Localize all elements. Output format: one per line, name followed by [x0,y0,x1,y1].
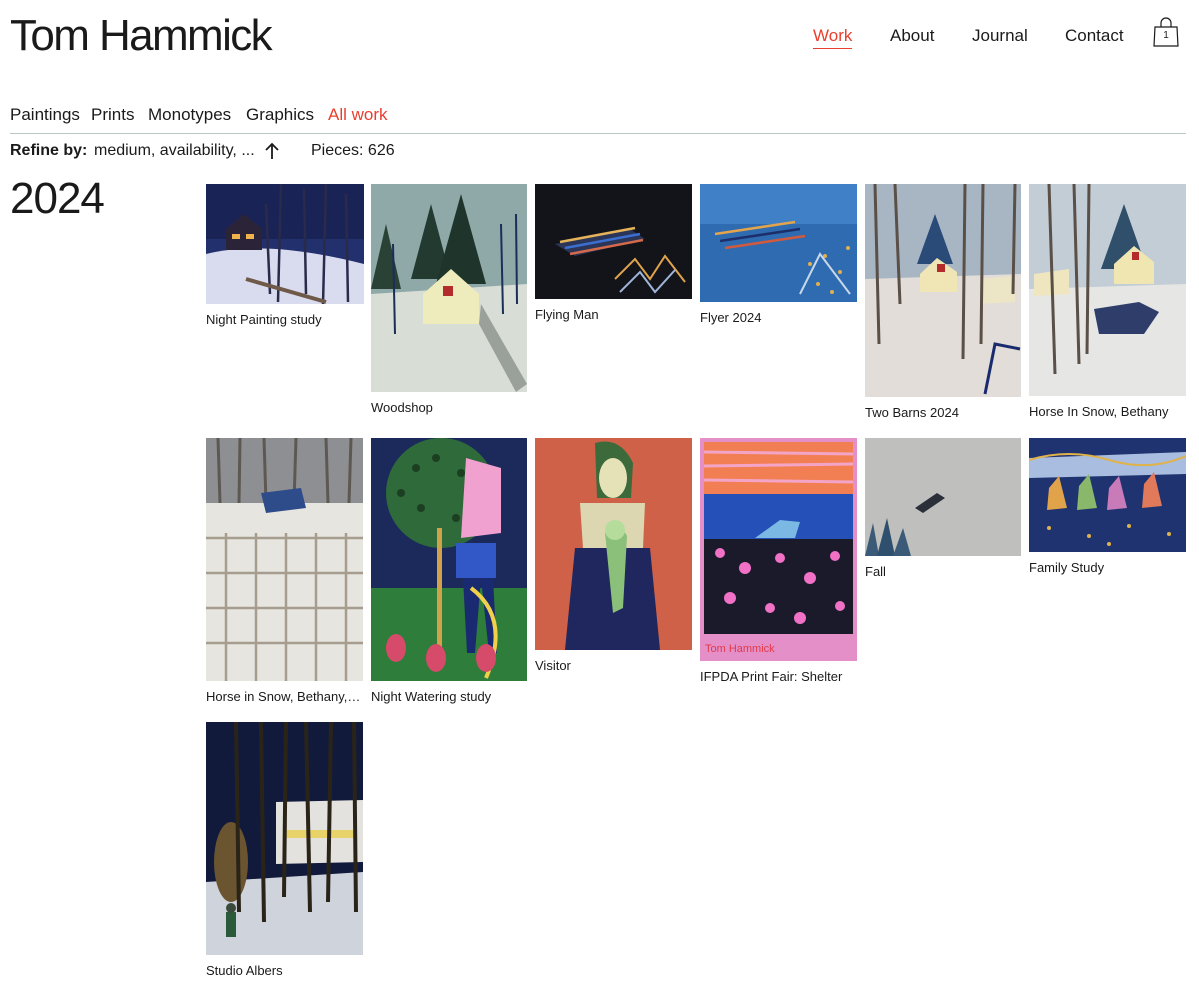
artwork-card[interactable]: Horse in Snow, Bethany, s... [206,438,363,705]
artwork-image [700,184,857,302]
artwork-image [371,184,527,392]
artwork-title: Woodshop [371,400,433,415]
artwork-card[interactable]: Horse In Snow, Bethany [1029,184,1186,420]
artwork-image [1029,184,1186,396]
artwork-image [865,438,1021,556]
refine-filter-button[interactable]: medium, availability, ... [94,140,255,162]
artwork-card[interactable]: Visitor [535,438,692,674]
artwork-image [1029,438,1186,552]
artwork-card[interactable]: Studio Albers [206,722,363,979]
nav-about[interactable]: About [890,24,934,48]
year-heading: 2024 [10,174,105,223]
artwork-image [371,438,527,681]
category-prints[interactable]: Prints [91,103,134,127]
artwork-title: Horse in Snow, Bethany, s... [206,689,363,704]
artwork-image [535,438,692,650]
nav-contact[interactable]: Contact [1065,24,1124,48]
artwork-image [206,184,364,304]
artwork-title: Studio Albers [206,963,283,978]
artwork-card[interactable]: Family Study [1029,438,1186,576]
artwork-card[interactable]: Night Watering study [371,438,527,705]
artwork-title: Flyer 2024 [700,310,762,325]
artwork-card[interactable]: Night Painting study [206,184,364,328]
category-monotypes[interactable]: Monotypes [148,103,231,127]
svg-text:Tom Hammick: Tom Hammick [705,643,775,655]
artwork-card[interactable]: Two Barns 2024 [865,184,1021,421]
artwork-image [535,184,692,299]
sort-arrow-up-icon[interactable] [264,141,280,161]
artwork-image: Tom Hammick [700,438,857,661]
artwork-card[interactable]: Fall [865,438,1021,580]
divider [10,133,1186,134]
cart-count: 1 [1163,30,1169,41]
artwork-title: Visitor [535,658,571,673]
pieces-count: Pieces: 626 [311,142,395,159]
artwork-title: Family Study [1029,560,1105,575]
artwork-title: IFPDA Print Fair: Shelter [700,669,843,684]
refine-label: Refine by: [10,142,88,159]
nav-work[interactable]: Work [813,24,853,49]
artwork-title: Two Barns 2024 [865,405,959,420]
artwork-card[interactable]: Flying Man [535,184,692,323]
artwork-card[interactable]: Woodshop [371,184,527,416]
category-all-work[interactable]: All work [328,103,388,127]
artwork-image [865,184,1021,397]
category-paintings[interactable]: Paintings [10,103,80,127]
artwork-image [206,438,363,681]
artwork-image [206,722,363,955]
cart-button[interactable]: 1 [1152,16,1182,50]
artwork-title: Night Painting study [206,312,322,327]
artwork-title: Flying Man [535,307,599,322]
site-title[interactable]: Tom Hammick [10,10,273,62]
artwork-title: Night Watering study [371,689,492,704]
artwork-card[interactable]: Flyer 2024 [700,184,857,326]
artwork-title: Fall [865,564,886,579]
nav-journal[interactable]: Journal [972,24,1028,48]
artwork-title: Horse In Snow, Bethany [1029,404,1169,419]
artwork-card[interactable]: Tom Hammick IFPDA Print Fair: Shelter [700,438,857,685]
category-graphics[interactable]: Graphics [246,103,314,127]
